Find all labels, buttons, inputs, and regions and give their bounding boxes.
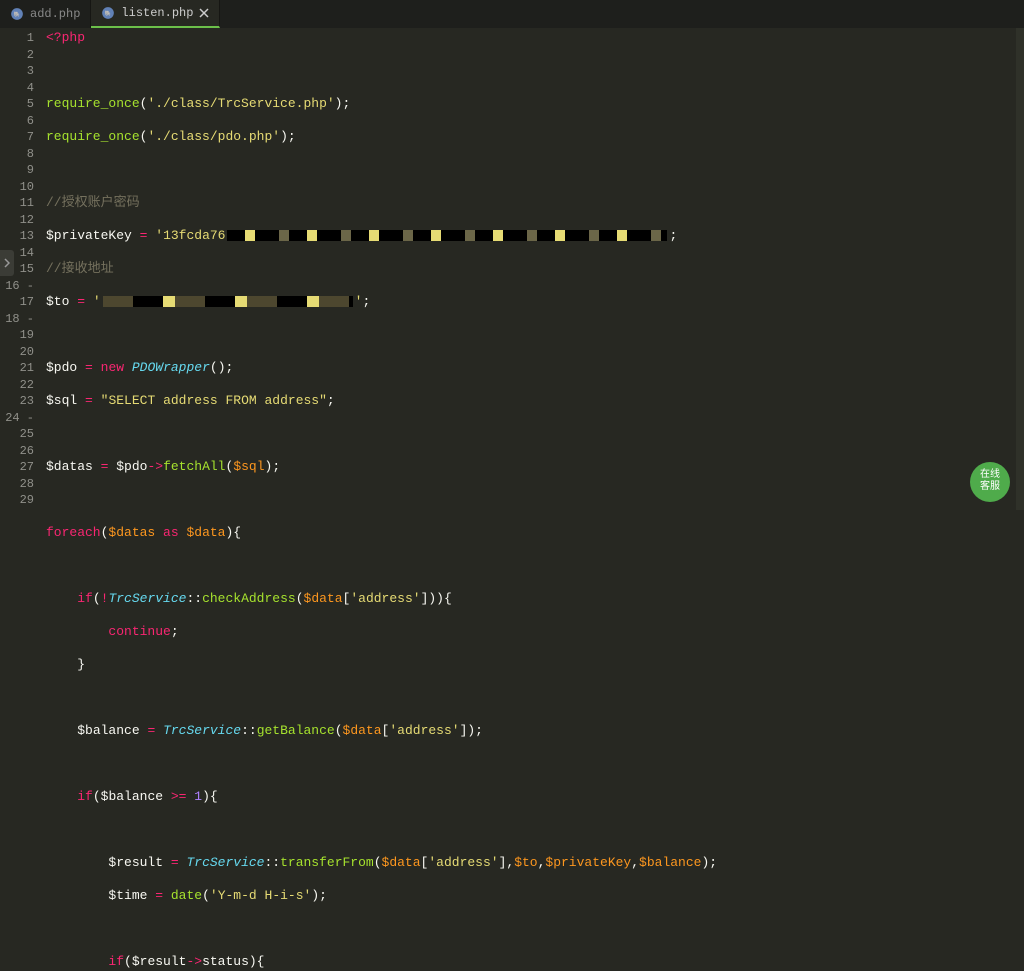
editor-area: 12345678910111213141516 -1718 -192021222… <box>0 28 1024 510</box>
elephant-icon: 🐘 <box>101 6 115 20</box>
svg-text:🐘: 🐘 <box>14 11 21 18</box>
elephant-icon: 🐘 <box>10 7 24 21</box>
panel-expand-handle[interactable] <box>0 250 14 276</box>
tab-label: listen.php <box>121 6 193 20</box>
redacted-key <box>227 230 667 241</box>
tab-label: add.php <box>30 7 80 21</box>
tab-add-php[interactable]: 🐘 add.php <box>0 0 91 28</box>
support-badge[interactable]: 在线 客服 <box>970 462 1010 502</box>
close-icon[interactable] <box>199 8 209 18</box>
code-content[interactable]: <?php require_once('./class/TrcService.p… <box>42 28 1016 510</box>
support-badge-label: 在线 客服 <box>980 470 1000 494</box>
tab-listen-php[interactable]: 🐘 listen.php <box>91 0 220 28</box>
tab-bar: 🐘 add.php 🐘 listen.php <box>0 0 1024 28</box>
redacted-address <box>103 296 353 307</box>
minimap[interactable] <box>1016 28 1024 510</box>
svg-text:🐘: 🐘 <box>105 10 112 17</box>
